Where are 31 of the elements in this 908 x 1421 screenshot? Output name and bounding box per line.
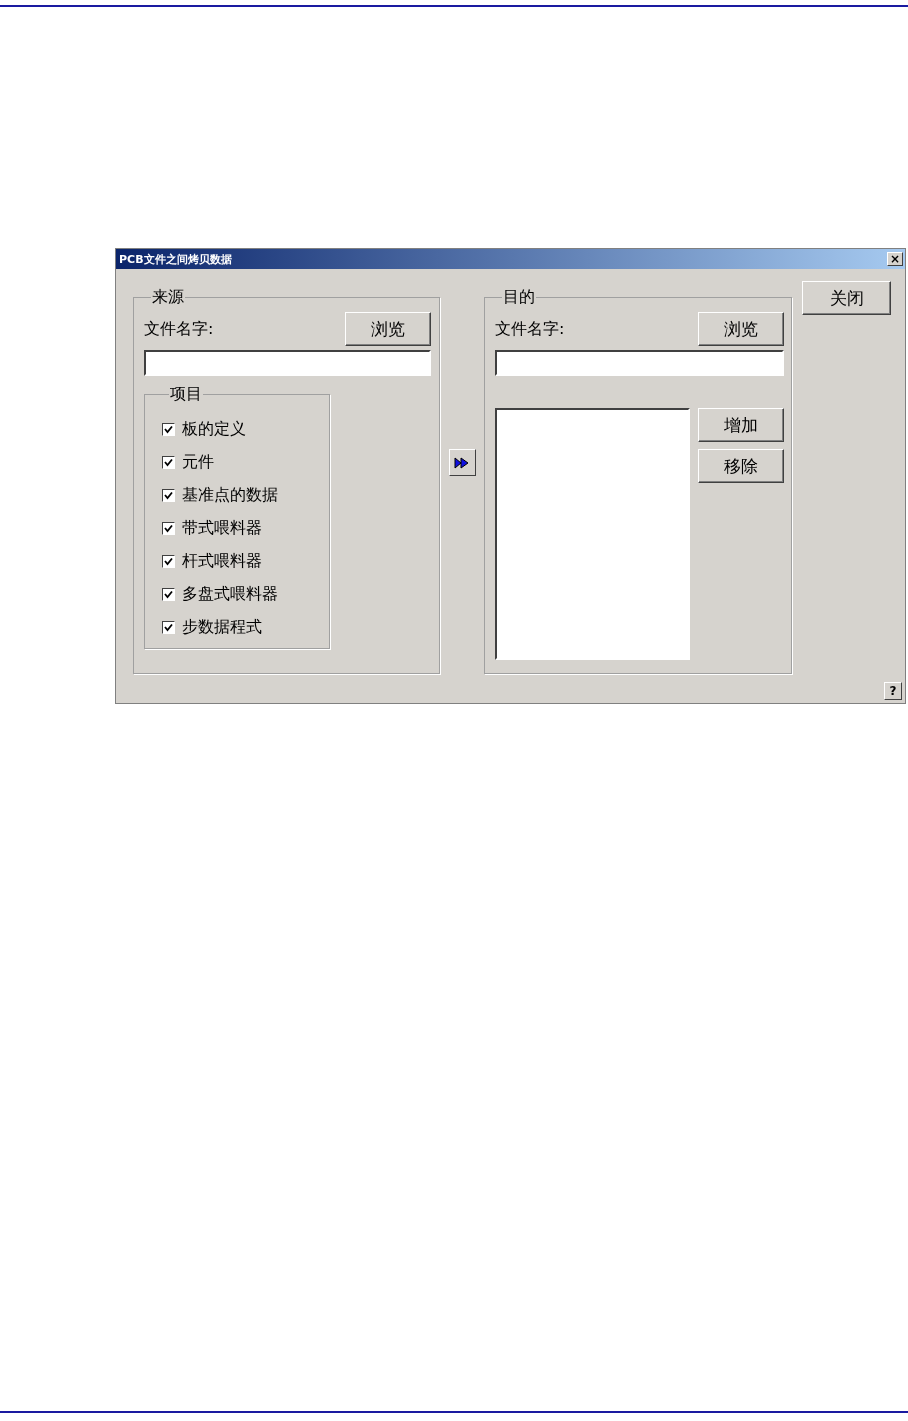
checkbox[interactable] [162, 522, 175, 535]
checkbox[interactable] [162, 621, 175, 634]
file-name-field[interactable] [495, 350, 784, 376]
group-label: 来源 [151, 287, 185, 308]
checkbox[interactable] [162, 555, 175, 568]
copy-button[interactable] [448, 449, 476, 476]
file-name-label: 文件名字: [144, 318, 214, 340]
browse-button[interactable]: 浏览 [345, 312, 431, 346]
checkbox-label: 基准点的数据 [182, 485, 278, 506]
checkbox-label: 板的定义 [182, 419, 246, 440]
help-button[interactable]: ? [884, 682, 902, 700]
close-dialog-button[interactable]: 关闭 [802, 281, 891, 315]
group-label: 项目 [169, 384, 203, 405]
window-title: PCB文件之间烤贝数据 [119, 251, 232, 267]
checkbox-label: 杆式喂料器 [182, 551, 262, 572]
checkbox[interactable] [162, 489, 175, 502]
file-name-label: 文件名字: [495, 318, 565, 340]
checkbox-label: 步数据程式 [182, 617, 262, 638]
file-name-field[interactable] [144, 350, 431, 376]
browse-button[interactable]: 浏览 [698, 312, 784, 346]
checkbox-label: 元件 [182, 452, 214, 473]
close-button[interactable]: × [887, 252, 903, 266]
double-arrow-icon [454, 455, 470, 470]
checkbox[interactable] [162, 423, 175, 436]
group-label: 目的 [502, 287, 536, 308]
checkbox[interactable] [162, 456, 175, 469]
remove-button[interactable]: 移除 [698, 449, 784, 483]
checkbox[interactable] [162, 588, 175, 601]
add-button[interactable]: 增加 [698, 408, 784, 442]
checkbox-label: 多盘式喂料器 [182, 584, 278, 605]
checkbox-label: 带式喂料器 [182, 518, 262, 539]
